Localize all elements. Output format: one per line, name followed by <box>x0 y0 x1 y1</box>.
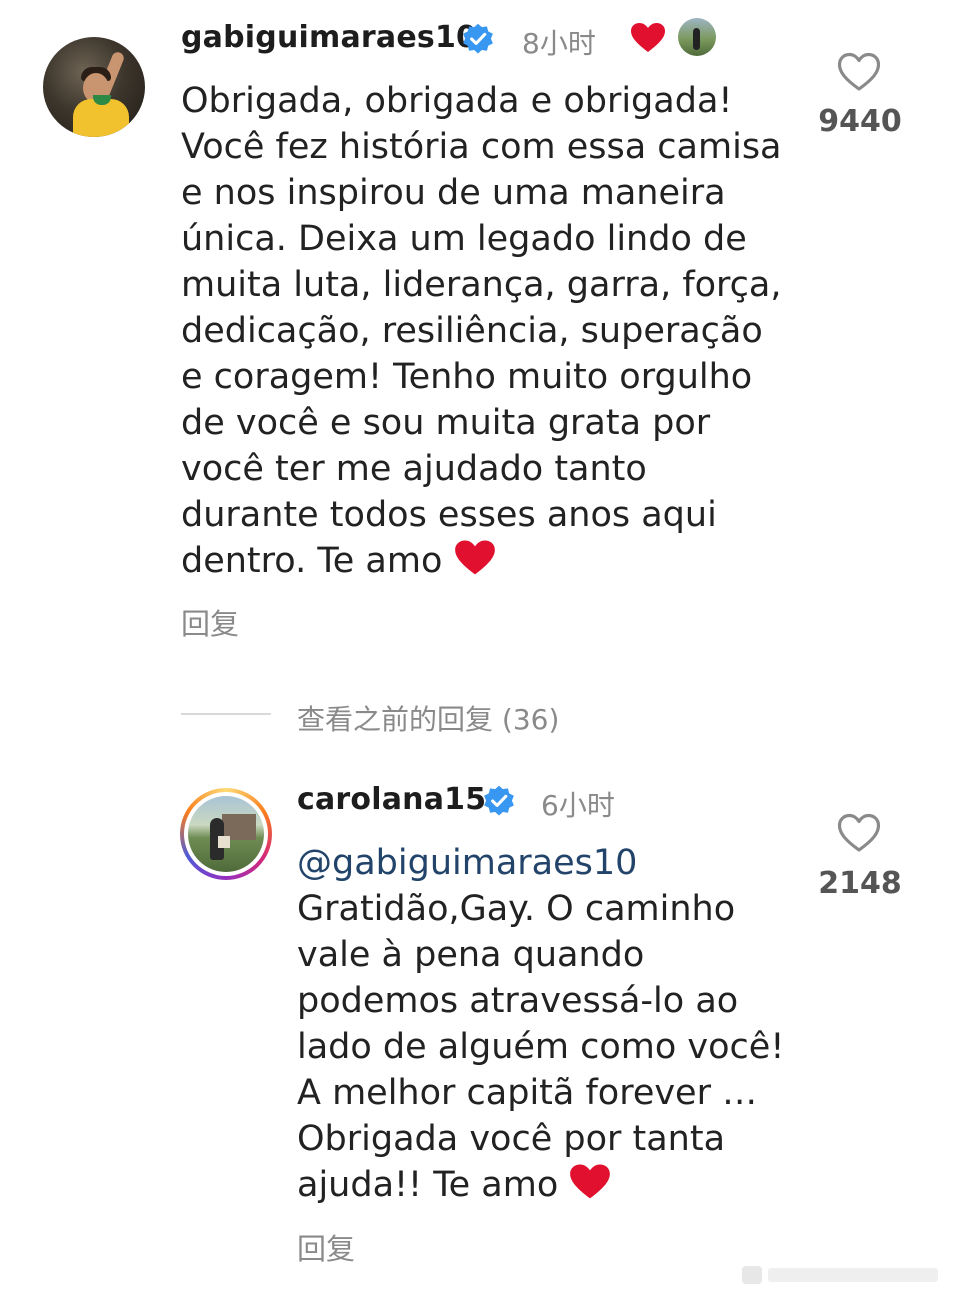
reply-line: lado de alguém como você! <box>297 1027 785 1067</box>
comment-line: Obrigada, obrigada e obrigada! <box>181 81 733 121</box>
reply-line: A melhor capitã forever … <box>297 1073 758 1113</box>
verified-badge-icon <box>484 785 514 816</box>
comment-line-text: dentro. Te amo <box>181 541 443 581</box>
watermark-graphic <box>742 1266 938 1284</box>
red-heart-emoji-icon <box>570 1164 611 1199</box>
comment-line-last: dentro. Te amo <box>181 538 791 584</box>
comment-line: muita luta, liderança, garra, força, <box>181 265 782 305</box>
like-heart-icon[interactable] <box>837 813 881 853</box>
comment-line: durante todos esses anos aqui <box>181 495 717 535</box>
comment-line: e coragem! Tenho muito orgulho <box>181 357 753 397</box>
comment-body: Obrigada, obrigada e obrigada! Você fez … <box>181 78 791 584</box>
reply-line: vale à pena quando <box>297 935 645 975</box>
comment-line: e nos inspirou de uma maneira <box>181 173 726 213</box>
comment-line: de você e sou muita grata por <box>181 403 711 443</box>
comment-timestamp: 8小时 <box>522 27 596 60</box>
reply-username[interactable]: carolana15 <box>297 782 486 817</box>
reply-timestamp: 6小时 <box>541 789 615 822</box>
comment-line: você ter me ajudado tanto <box>181 449 647 489</box>
reply-line-text: ajuda!! Te amo <box>297 1165 559 1205</box>
comment-line: dedicação, resiliência, superação <box>181 311 763 351</box>
reply-line: Gratidão,Gay. O caminho <box>297 889 736 929</box>
avatar-carolana15[interactable] <box>180 788 272 880</box>
reply-body: @gabiguimaraes10 Gratidão,Gay. O caminho… <box>297 840 807 1208</box>
comment-line: Você fez história com essa camisa <box>181 127 782 167</box>
reply-line: Obrigada você por tanta <box>297 1119 726 1159</box>
author-avatar-thumbnail <box>678 18 716 56</box>
red-heart-emoji-icon <box>454 540 495 575</box>
avatar-gabiguimaraes10[interactable] <box>43 37 145 137</box>
comment-username[interactable]: gabiguimaraes10 <box>181 20 477 55</box>
like-heart-icon[interactable] <box>837 52 881 92</box>
verified-badge-icon <box>463 23 493 54</box>
reply-button[interactable]: 回复 <box>181 601 239 643</box>
like-count: 2148 <box>818 866 902 901</box>
replies-divider <box>181 713 271 715</box>
reply-line-last: ajuda!! Te amo <box>297 1162 807 1208</box>
mention-link[interactable]: @gabiguimaraes10 <box>297 840 807 886</box>
author-liked-heart-icon <box>631 23 665 52</box>
reply-line: podemos atravessá-lo ao <box>297 981 739 1021</box>
comment-line: única. Deixa um legado lindo de <box>181 219 747 259</box>
view-previous-replies-button[interactable]: 查看之前的回复 (36) <box>297 698 559 738</box>
like-count: 9440 <box>818 104 902 139</box>
reply-button[interactable]: 回复 <box>297 1226 355 1268</box>
